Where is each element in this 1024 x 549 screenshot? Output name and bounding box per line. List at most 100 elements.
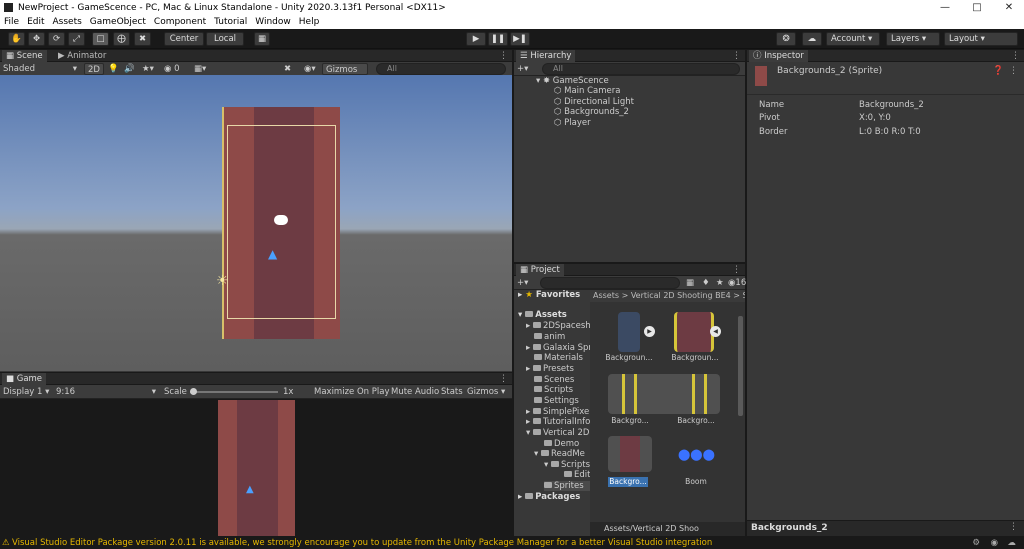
tree-2dspacesh[interactable]: ▸ 2DSpacesh xyxy=(526,321,591,331)
close-icon[interactable]: ✕ xyxy=(994,0,1024,15)
custom-tool-icon[interactable]: ✖ xyxy=(134,32,151,46)
menu-edit[interactable]: Edit xyxy=(27,17,44,27)
scene-root-item[interactable]: ▾ ✸ GameScence xyxy=(536,76,609,86)
hierarchy-item-backgrounds[interactable]: ⬡ Backgrounds_2 xyxy=(554,107,629,117)
asset-expand-icon-1[interactable]: ▶ xyxy=(644,326,655,337)
asset-scrollbar[interactable] xyxy=(738,316,743,416)
asset-expanded-strip[interactable] xyxy=(608,374,720,414)
pivot-local-button[interactable]: Local xyxy=(206,32,244,46)
hierarchy-item-player[interactable]: ⬡ Player xyxy=(554,118,591,128)
game-view-render[interactable]: ▲ xyxy=(218,400,295,536)
tab-inspector[interactable]: ⓘ Inspector xyxy=(749,50,808,62)
packages-folder[interactable]: ▸ Packages xyxy=(518,492,580,502)
grid-icon[interactable]: ▦▾ xyxy=(194,63,206,75)
scale-slider[interactable] xyxy=(190,388,278,395)
collab-icon[interactable]: ❂ xyxy=(776,32,796,46)
visibility-icon[interactable]: ◉ 0 xyxy=(164,63,180,75)
cloud-icon[interactable]: ☁ xyxy=(802,32,822,46)
hierarchy-search-input[interactable]: All xyxy=(542,63,740,75)
tree-edit[interactable]: Edit xyxy=(564,470,590,480)
tree-sprites[interactable]: Sprites xyxy=(544,481,592,491)
tree-galaxia[interactable]: ▸ Galaxia Spr xyxy=(526,343,592,353)
camera-icon[interactable]: ◉▾ xyxy=(304,63,316,75)
menu-gameobject[interactable]: GameObject xyxy=(90,17,146,27)
project-search-input[interactable] xyxy=(540,277,680,289)
tab-game[interactable]: ■ Game xyxy=(2,373,47,385)
display-dropdown[interactable]: Display 1 ▾ xyxy=(3,386,49,398)
menu-help[interactable]: Help xyxy=(299,17,320,27)
tab-animator[interactable]: ▶ Animator xyxy=(54,50,110,62)
menu-component[interactable]: Component xyxy=(154,17,206,27)
aspect-dropdown[interactable]: 9:16 ▾ xyxy=(56,386,156,398)
scene-search-input[interactable]: All xyxy=(376,63,506,75)
tree-tutorialinfo[interactable]: ▸ TutorialInfo xyxy=(526,417,590,427)
grid-snap-icon[interactable]: ▦ xyxy=(254,32,270,46)
shading-dropdown[interactable]: Shaded ▾ xyxy=(3,63,79,75)
tree-materials[interactable]: Materials xyxy=(534,353,583,363)
lighting-icon[interactable]: 💡 xyxy=(108,63,119,75)
tools-icon[interactable]: ✖ xyxy=(284,63,291,75)
mode-2d-toggle[interactable]: 2D xyxy=(84,63,104,75)
tree-anim[interactable]: anim xyxy=(534,332,565,342)
hand-tool-icon[interactable]: ✋ xyxy=(8,32,25,46)
tab-hierarchy[interactable]: ☰ Hierarchy xyxy=(516,50,576,62)
tree-scripts[interactable]: Scripts xyxy=(534,385,573,395)
camera-gizmo-icon[interactable] xyxy=(274,215,288,225)
filter-label-icon[interactable]: ♦ xyxy=(702,277,710,289)
menu-window[interactable]: Window xyxy=(255,17,291,27)
favorite-icon[interactable]: ★ xyxy=(716,277,724,289)
rotate-tool-icon[interactable]: ⟳ xyxy=(48,32,65,46)
tree-vertical2d[interactable]: ▾ Vertical 2D xyxy=(526,428,589,438)
tree-scripts-sub[interactable]: ▾ Scripts xyxy=(544,460,590,470)
play-button[interactable]: ▶ xyxy=(466,32,486,46)
hierarchy-menu-icon[interactable]: ⋮ xyxy=(732,50,741,62)
scene-viewport[interactable]: ▲ ☀ xyxy=(0,75,512,371)
player-ship-icon[interactable]: ▲ xyxy=(268,247,282,261)
scale-slider-handle[interactable] xyxy=(190,388,197,395)
game-gizmos-dropdown[interactable]: Gizmos ▾ xyxy=(467,386,505,398)
pivot-center-button[interactable]: Center xyxy=(164,32,204,46)
tree-readme[interactable]: ▾ ReadMe xyxy=(534,449,585,459)
step-button[interactable]: ▶❚ xyxy=(510,32,530,46)
asset-breadcrumb[interactable]: Assets > Vertical 2D Shooting BE4 > S xyxy=(590,290,745,302)
tab-scene[interactable]: ▦ Scene xyxy=(2,50,47,62)
menu-assets[interactable]: Assets xyxy=(53,17,82,27)
layers-dropdown[interactable]: Layers ▾ xyxy=(886,32,940,46)
gizmos-dropdown[interactable]: Gizmos ▾ xyxy=(322,63,368,87)
filter-type-icon[interactable]: ▦ xyxy=(686,277,694,289)
tree-demo[interactable]: Demo xyxy=(544,439,579,449)
asset-thumb-5[interactable] xyxy=(608,436,652,472)
footer-menu-icon[interactable]: ⋮ xyxy=(1009,522,1018,532)
maximize-on-play-button[interactable]: Maximize On Play xyxy=(314,386,389,398)
background-sprite[interactable]: ▲ xyxy=(222,107,340,339)
scene-menu-icon[interactable]: ⋮ xyxy=(499,50,508,62)
tree-settings[interactable]: Settings xyxy=(534,396,579,406)
move-tool-icon[interactable]: ✥ xyxy=(28,32,45,46)
mute-audio-button[interactable]: Mute Audio xyxy=(391,386,439,398)
menu-tutorial[interactable]: Tutorial xyxy=(214,17,247,27)
assets-folder[interactable]: ▾ Assets xyxy=(518,310,567,320)
layout-dropdown[interactable]: Layout ▾ xyxy=(944,32,1018,46)
bug-icon[interactable]: ⚙ xyxy=(972,537,980,549)
status-bar[interactable]: ⚠ Visual Studio Editor Package version 2… xyxy=(0,537,1024,549)
asset-thumb-1[interactable] xyxy=(618,312,640,352)
hierarchy-item-main-camera[interactable]: ⬡ Main Camera xyxy=(554,86,620,96)
tree-presets[interactable]: ▸ Presets xyxy=(526,364,574,374)
project-add-button[interactable]: +▾ xyxy=(517,277,528,289)
audio-icon[interactable]: 🔊 xyxy=(124,63,135,75)
rect-tool-icon[interactable]: □ xyxy=(92,32,109,46)
tree-scenes[interactable]: Scenes xyxy=(534,375,574,385)
eye-icon[interactable]: ◉ xyxy=(991,537,998,549)
cloud-status-icon[interactable]: ☁ xyxy=(1008,537,1017,549)
minimize-icon[interactable]: — xyxy=(930,0,960,15)
help-icon[interactable]: ❓ xyxy=(993,66,1004,76)
pause-button[interactable]: ❚❚ xyxy=(488,32,508,46)
asset-label-selected[interactable]: Backgro... xyxy=(608,477,648,487)
boom-sprite-icon[interactable]: ⬤⬤⬤ xyxy=(678,448,715,461)
tab-project[interactable]: ▦ Project xyxy=(516,264,564,276)
hierarchy-item-directional-light[interactable]: ⬡ Directional Light xyxy=(554,97,634,107)
stats-button[interactable]: Stats xyxy=(441,386,463,398)
game-menu-icon[interactable]: ⋮ xyxy=(499,373,508,385)
scale-tool-icon[interactable]: ⤢ xyxy=(68,32,85,46)
menu-file[interactable]: File xyxy=(4,17,19,27)
